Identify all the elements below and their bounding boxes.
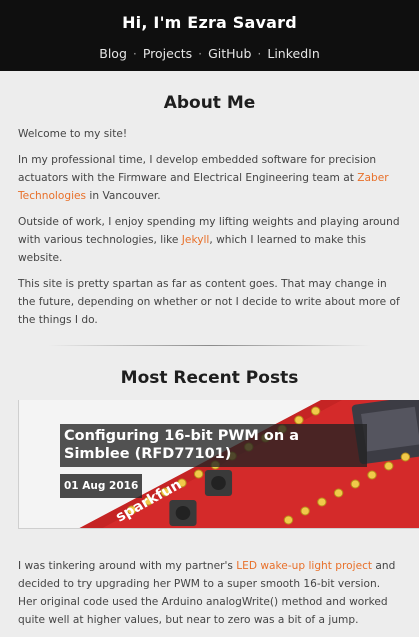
site-nav: Blog · Projects · GitHub · LinkedIn — [0, 46, 419, 61]
nav-link-linkedin[interactable]: LinkedIn — [267, 46, 319, 61]
nav-link-projects[interactable]: Projects — [143, 46, 192, 61]
site-header: Hi, I'm Ezra Savard Blog · Projects · Gi… — [0, 0, 419, 71]
nav-separator: · — [132, 46, 137, 61]
post-title[interactable]: Configuring 16-bit PWM on a Simblee (RFD… — [60, 424, 367, 467]
about-text: In my professional time, I develop embed… — [18, 154, 377, 184]
post-card[interactable]: sparkfun Configuring 16-bit PWM on a Sim… — [18, 400, 419, 529]
nav-separator: · — [257, 46, 262, 61]
about-paragraph-welcome: Welcome to my site! — [18, 128, 128, 140]
nav-link-github[interactable]: GitHub — [208, 46, 251, 61]
excerpt-text: I was tinkering around with my partner's — [18, 560, 237, 572]
about-text: in Vancouver. — [86, 190, 161, 202]
section-divider — [48, 345, 371, 346]
post-excerpt: I was tinkering around with my partner's… — [18, 557, 401, 629]
about-paragraph-hobbies: Outside of work, I enjoy spending my lif… — [18, 213, 401, 267]
about-paragraph-work: In my professional time, I develop embed… — [18, 151, 401, 205]
recent-posts-heading: Most Recent Posts — [120, 368, 299, 388]
about-paragraph-site: This site is pretty spartan as far as co… — [18, 278, 400, 326]
main-content: About Me Welcome to my site! In my profe… — [0, 93, 419, 629]
site-title[interactable]: Hi, I'm Ezra Savard — [0, 0, 419, 32]
recent-posts-section: Most Recent Posts sparkfun Configuring 1… — [18, 368, 419, 629]
jekyll-link[interactable]: Jekyll — [182, 234, 210, 246]
about-heading: About Me — [163, 93, 256, 113]
about-section: About Me Welcome to my site! In my profe… — [18, 93, 401, 329]
post-date: 01 Aug 2016 — [60, 474, 143, 498]
nav-link-blog[interactable]: Blog — [99, 46, 127, 61]
nav-separator: · — [198, 46, 203, 61]
led-project-link[interactable]: LED wake-up light project — [236, 560, 372, 572]
